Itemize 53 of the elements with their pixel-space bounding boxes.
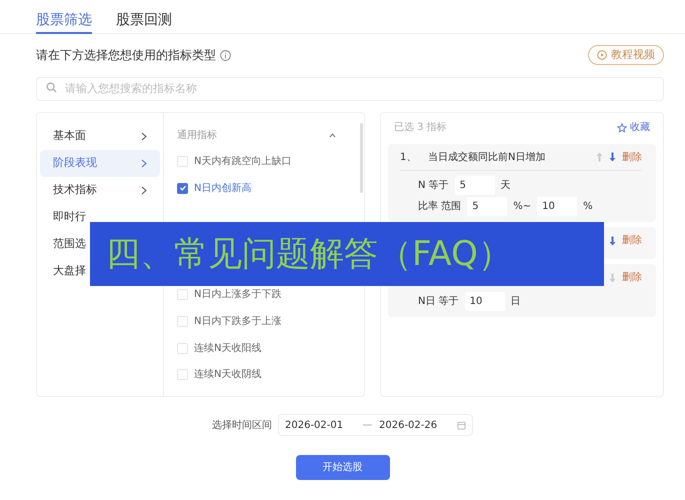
card-index: 1、 bbox=[400, 150, 418, 164]
number-input[interactable]: 10 bbox=[537, 197, 578, 216]
number-input[interactable]: 5 bbox=[454, 176, 495, 195]
play-icon bbox=[597, 50, 607, 60]
caret-up-icon[interactable] bbox=[329, 133, 336, 138]
indicator-label[interactable]: 连续N天收阴线 bbox=[194, 367, 262, 382]
checkbox[interactable] bbox=[177, 182, 188, 194]
info-icon[interactable] bbox=[220, 50, 231, 60]
delete-button[interactable]: 删除 bbox=[622, 233, 642, 248]
field-label: N 等于 bbox=[418, 179, 449, 193]
category-item[interactable]: 基本面 bbox=[40, 123, 160, 150]
delete-button[interactable]: 删除 bbox=[622, 150, 642, 164]
category-item[interactable]: 大盘择 bbox=[40, 258, 86, 285]
delete-button[interactable]: 删除 bbox=[622, 270, 642, 285]
indicator-label[interactable]: N日内上涨多于下跌 bbox=[194, 287, 282, 302]
arrow-down-icon[interactable] bbox=[609, 236, 616, 246]
field-label: N日 等于 bbox=[418, 295, 459, 309]
checkbox[interactable] bbox=[177, 369, 188, 380]
number-input[interactable]: 10 bbox=[464, 292, 505, 311]
field-label: 比率 范围 bbox=[418, 200, 462, 214]
star-icon bbox=[617, 122, 627, 132]
search-icon bbox=[46, 82, 57, 93]
category-item[interactable]: 阶段表现 bbox=[40, 150, 160, 177]
category-item[interactable]: 即时行 bbox=[40, 204, 86, 231]
indicator-label[interactable]: N日内创新高 bbox=[194, 180, 252, 196]
favorite-button[interactable]: 收藏 bbox=[617, 120, 650, 135]
search-field[interactable]: 请输入您想搜索的指标名称 bbox=[36, 76, 664, 100]
start-screening-button[interactable]: 开始选股 bbox=[296, 455, 390, 480]
indicator-label[interactable]: 连续N天收阳线 bbox=[194, 340, 262, 356]
checkbox[interactable] bbox=[177, 289, 188, 300]
category-item[interactable]: 技术指标 bbox=[40, 177, 160, 204]
indicator-label[interactable]: N日内下跌多于上涨 bbox=[194, 314, 282, 329]
tab[interactable]: 股票回测 bbox=[116, 8, 172, 34]
date-range-label: 选择时间区间 bbox=[212, 418, 272, 432]
field-label: % bbox=[583, 200, 593, 214]
field-label: 天 bbox=[500, 179, 511, 193]
field-label: %~ bbox=[513, 200, 532, 214]
field-label: 日 bbox=[510, 295, 521, 309]
date-range-field[interactable]: 2026-02-01 2026-02-26 bbox=[278, 414, 473, 436]
selected-count: 已选 3 指标 bbox=[394, 120, 447, 135]
arrow-down-icon[interactable] bbox=[609, 152, 616, 162]
number-input[interactable]: 5 bbox=[467, 197, 508, 216]
calendar-icon bbox=[457, 420, 466, 430]
checkbox[interactable] bbox=[177, 156, 188, 167]
checkbox[interactable] bbox=[177, 342, 188, 354]
prompt-text: 请在下方选择您想使用的指标类型 bbox=[36, 47, 216, 64]
checkbox[interactable] bbox=[177, 316, 188, 327]
tab[interactable]: 股票筛选 bbox=[36, 8, 92, 34]
indicator-label[interactable]: N天内有跳空向上缺口 bbox=[194, 154, 292, 169]
category-item[interactable]: 范围选 bbox=[40, 231, 86, 258]
faq-heading-banner: 四、常见问题解答（FAQ） bbox=[90, 222, 604, 286]
group-title: 通用指标 bbox=[177, 128, 217, 143]
card-title: 当日成交额同比前N日增加 bbox=[428, 150, 546, 164]
